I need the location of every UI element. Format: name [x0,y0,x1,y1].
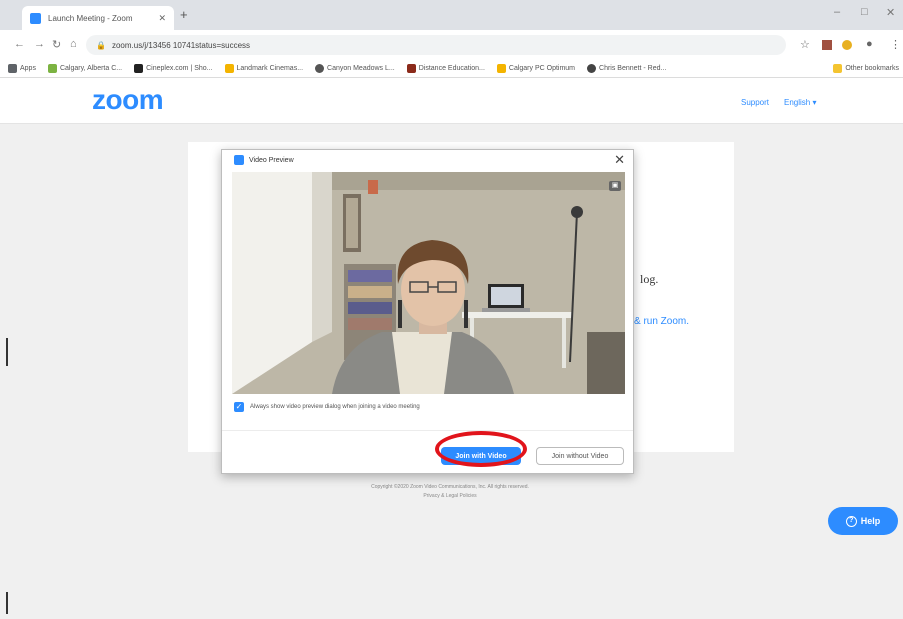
extension-icon[interactable] [842,40,852,50]
copyright-text: Copyright ©2020 Zoom Video Communication… [371,484,529,490]
dialog-titlebar: Video Preview [234,155,294,165]
bookmark-item[interactable]: Chris Bennett - Red... [587,64,666,73]
tab-title: Launch Meeting - Zoom [48,13,133,23]
browser-tab-strip: Launch Meeting - Zoom ✕ + – □ ✕ [0,0,903,30]
menu-kebab-icon[interactable]: ⋮ [890,38,901,51]
url-text: zoom.us/j/13456 10741status=success [111,40,251,50]
bookmarks-bar: Apps Calgary, Alberta C... Cineplex.com … [0,60,903,78]
dialog-divider [222,430,633,431]
other-bookmarks[interactable]: Other bookmarks [833,64,899,73]
other-bookmarks-label: Other bookmarks [845,65,899,72]
browser-tab[interactable]: Launch Meeting - Zoom ✕ [22,6,174,30]
camera-toggle-icon[interactable]: ▣ [609,181,621,191]
help-label: Help [860,516,881,526]
dialog-title: Video Preview [249,156,294,164]
join-without-video-button[interactable]: Join without Video [536,447,624,465]
download-run-zoom-link[interactable]: & run Zoom. [634,316,689,327]
bookmark-label: Apps [20,65,36,72]
preview-preference[interactable]: ✓ Always show video preview dialog when … [234,402,420,412]
profile-icon[interactable]: ● [866,38,873,50]
bookmark-favicon-icon [406,64,416,73]
bookmark-favicon-icon [496,64,506,73]
bookmark-label: Calgary PC Optimum [508,65,576,72]
page-edge-mark [6,592,8,614]
bookmark-label: Calgary, Alberta C... [59,65,123,72]
maximize-button[interactable]: □ [861,6,868,18]
video-preview-dialog: Video Preview ✕ ▣ ✓ Always show video pr… [221,149,634,474]
address-bar[interactable]: 🔒 zoom.us/j/13456 10741status=success [86,35,786,55]
camera-preview: ▣ [232,172,625,394]
forward-arrow-icon[interactable]: → [34,38,45,50]
zoom-logo[interactable]: zoom [92,84,164,116]
privacy-link[interactable]: Privacy & Legal Policies [300,492,600,501]
launch-instruction-text: log. [640,272,659,286]
zoom-header: zoom Support English ▾ [0,78,903,124]
folder-icon [833,64,843,73]
close-window-button[interactable]: ✕ [886,6,895,19]
new-tab-button[interactable]: + [180,7,188,22]
zoom-app-icon [234,155,244,165]
bookmark-favicon-icon [315,64,325,73]
browser-toolbar: ← → ↻ ⌂ 🔒 zoom.us/j/13456 10741status=su… [0,30,903,60]
bookmark-label: Landmark Cinemas... [236,65,304,72]
bookmark-item[interactable]: Landmark Cinemas... [224,64,304,73]
page-edge-mark [6,338,8,366]
reload-icon[interactable]: ↻ [52,38,61,51]
zoom-favicon-icon [30,12,41,24]
bookmark-item[interactable]: Calgary, Alberta C... [47,64,123,73]
highlight-annotation [435,431,527,467]
bookmark-favicon-icon [47,64,57,73]
apps-grid-icon [8,64,17,73]
bookmark-item[interactable]: Apps [8,64,36,73]
dialog-close-button[interactable]: ✕ [614,152,625,168]
home-icon[interactable]: ⌂ [70,38,77,50]
extension-icon[interactable] [822,40,832,50]
bookmark-item[interactable]: Cineplex.com | Sho... [134,64,213,73]
bookmark-item[interactable]: Calgary PC Optimum [496,64,576,73]
bookmark-item[interactable]: Canyon Meadows L... [315,64,395,73]
bookmark-item[interactable]: Distance Education... [406,64,485,73]
tab-close-icon[interactable]: ✕ [158,13,166,24]
bookmark-label: Cineplex.com | Sho... [146,65,213,72]
preference-label: Always show video preview dialog when jo… [250,404,420,410]
bookmark-label: Distance Education... [418,65,485,72]
star-icon[interactable]: ☆ [800,38,810,51]
minimize-button[interactable]: – [834,6,840,18]
bookmark-label: Chris Bennett - Red... [599,65,667,72]
lock-icon: 🔒 [96,40,106,50]
help-icon: ? [845,515,857,527]
support-link[interactable]: Support [741,98,769,107]
copyright-footer: Copyright ©2020 Zoom Video Communication… [300,483,600,501]
bookmark-favicon-icon [134,64,144,73]
bookmark-favicon-icon [224,64,234,73]
bookmark-favicon-icon [587,64,597,73]
help-button[interactable]: ? Help [828,507,898,535]
bookmark-label: Canyon Meadows L... [327,65,395,72]
always-show-preview-checkbox[interactable]: ✓ [234,402,244,412]
back-arrow-icon[interactable]: ← [14,38,25,50]
language-selector[interactable]: English ▾ [784,98,816,107]
webcam-feed-image [232,172,625,394]
